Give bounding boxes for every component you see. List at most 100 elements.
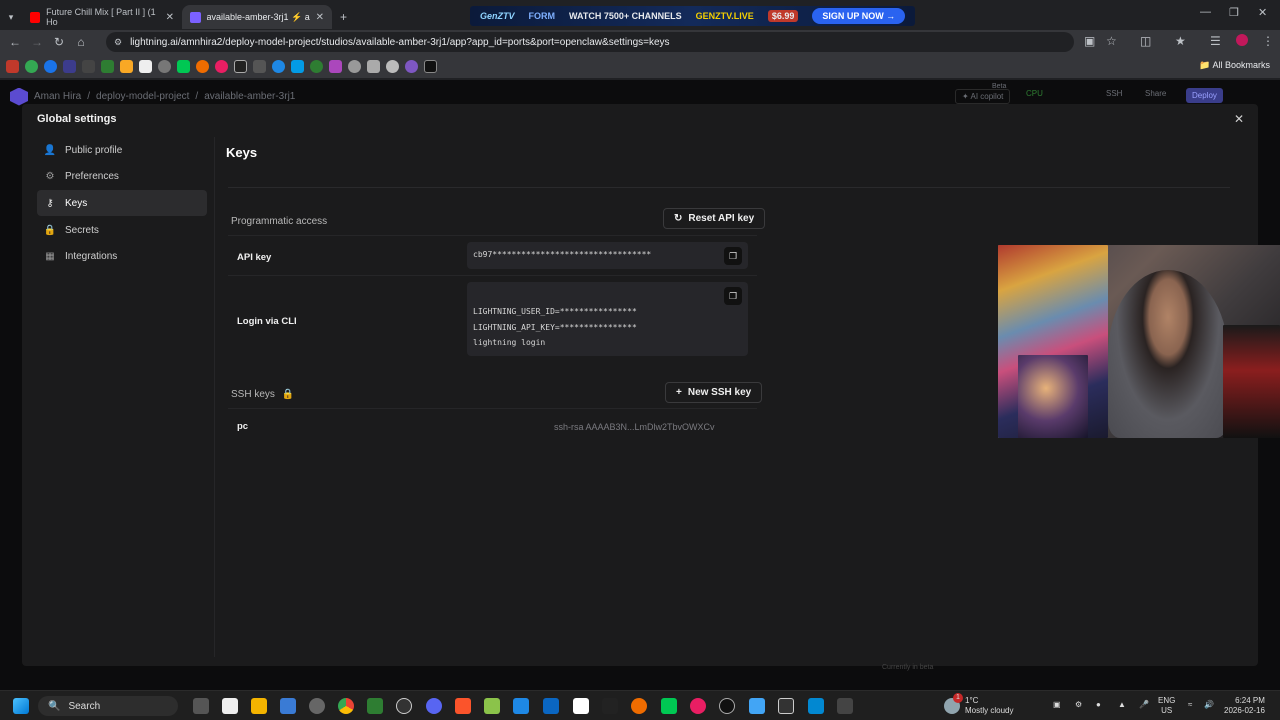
app-icon[interactable]: [719, 698, 735, 714]
bookmark-icon[interactable]: [101, 59, 114, 73]
bookmark-icon[interactable]: [158, 59, 171, 73]
install-app-icon[interactable]: ▣: [1084, 34, 1095, 48]
file-explorer-icon[interactable]: [251, 698, 267, 714]
clock[interactable]: 6:24 PM 2026-02-16: [1224, 696, 1265, 716]
cpu-indicator[interactable]: CPU: [1026, 89, 1043, 98]
app-icon[interactable]: [543, 698, 559, 714]
tab-search-icon[interactable]: ▾: [0, 12, 22, 23]
deploy-button[interactable]: Deploy: [1186, 88, 1223, 103]
reset-api-key-button[interactable]: ↻ Reset API key: [663, 208, 766, 229]
discord-icon[interactable]: [426, 698, 442, 714]
minimize-icon[interactable]: —: [1200, 6, 1211, 18]
bookmark-icon[interactable]: [139, 59, 152, 73]
bookmark-icon[interactable]: [386, 59, 399, 73]
close-icon[interactable]: ✕: [1234, 112, 1244, 126]
app-icon[interactable]: [837, 698, 853, 714]
api-key-field[interactable]: cb97*********************************: [467, 242, 748, 269]
taskbar-search[interactable]: 🔍 Search: [38, 696, 178, 716]
copy-api-key-button[interactable]: ❐: [724, 247, 742, 265]
bookmark-icon[interactable]: [348, 59, 361, 73]
ai-copilot-button[interactable]: ✦ AI copilot: [955, 89, 1011, 104]
home-icon[interactable]: ⌂: [70, 35, 92, 49]
share-button[interactable]: Share: [1145, 89, 1166, 98]
bookmark-icon[interactable]: [44, 59, 57, 73]
window-close-icon[interactable]: ✕: [1258, 6, 1267, 19]
app-icon[interactable]: [631, 698, 647, 714]
app-icon[interactable]: [367, 698, 383, 714]
address-bar[interactable]: ⚙ lightning.ai/amnhira2/deploy-model-pro…: [106, 32, 1074, 52]
bookmark-icon[interactable]: [291, 59, 304, 73]
app-icon[interactable]: [749, 698, 765, 714]
bookmark-apps-icon[interactable]: [6, 59, 19, 73]
wifi-icon[interactable]: ≈: [1188, 700, 1192, 710]
site-info-icon[interactable]: ⚙: [114, 37, 122, 48]
app-icon[interactable]: [396, 698, 412, 714]
ad-signup-button[interactable]: SIGN UP NOW →: [812, 8, 906, 24]
extensions-icon[interactable]: ◫: [1140, 34, 1151, 48]
bookmark-icon[interactable]: [25, 59, 38, 73]
app-icon[interactable]: [661, 698, 677, 714]
tray-app-icon[interactable]: ●: [1096, 700, 1101, 710]
new-tab-icon[interactable]: +: [340, 10, 347, 24]
app-icon[interactable]: [222, 698, 238, 714]
menu-icon[interactable]: ⋮: [1262, 34, 1274, 48]
bookmark-icon[interactable]: [405, 59, 418, 73]
app-icon[interactable]: [513, 698, 529, 714]
ssh-key-row[interactable]: pc ssh-rsa AAAAB3N...LmDlw2TbvOWXCv: [228, 408, 757, 445]
close-icon[interactable]: ✕: [316, 12, 324, 23]
settings-icon[interactable]: [309, 698, 325, 714]
terminal-icon[interactable]: [602, 698, 618, 714]
back-icon[interactable]: ←: [4, 35, 26, 49]
maximize-icon[interactable]: ❐: [1229, 6, 1239, 19]
tab-lightning[interactable]: available-amber-3rj1 ⚡ amnhi ✕: [182, 5, 332, 29]
bookmark-icon[interactable]: [196, 59, 209, 73]
lightning-logo-icon[interactable]: [10, 87, 28, 106]
close-icon[interactable]: ✕: [166, 12, 174, 23]
bookmark-icon[interactable]: [63, 59, 76, 73]
favorites-icon[interactable]: ★: [1175, 34, 1186, 48]
brave-icon[interactable]: [455, 698, 471, 714]
ssh-button[interactable]: SSH: [1106, 89, 1122, 98]
media-icon[interactable]: ☰: [1210, 34, 1221, 48]
copy-cli-button[interactable]: ❐: [724, 287, 742, 305]
bookmark-star-icon[interactable]: ☆: [1106, 34, 1117, 48]
cli-command-box[interactable]: LIGHTNING_USER_ID=**************** LIGHT…: [467, 282, 748, 356]
microphone-icon[interactable]: 🎤: [1139, 700, 1149, 710]
bookmark-icon[interactable]: [234, 59, 247, 73]
app-icon[interactable]: [690, 698, 706, 714]
reload-icon[interactable]: ↻: [48, 35, 70, 49]
bookmark-icon[interactable]: [120, 59, 133, 73]
sidebar-item-public-profile[interactable]: 👤 Public profile: [37, 137, 207, 163]
bookmark-icon[interactable]: [424, 59, 437, 73]
bookmark-icon[interactable]: [329, 59, 342, 73]
breadcrumb-studio[interactable]: available-amber-3rj1: [204, 91, 295, 102]
app-icon[interactable]: [778, 698, 794, 714]
new-ssh-key-button[interactable]: + New SSH key: [665, 382, 763, 403]
task-view-icon[interactable]: [193, 698, 209, 714]
bookmark-icon[interactable]: [215, 59, 228, 73]
app-icon[interactable]: [808, 698, 824, 714]
windows-start-icon[interactable]: [13, 698, 29, 714]
volume-icon[interactable]: 🔊: [1204, 700, 1214, 710]
sidebar-item-integrations[interactable]: ▦ Integrations: [37, 244, 207, 270]
app-icon[interactable]: [573, 698, 589, 714]
bookmark-icon[interactable]: [310, 59, 323, 73]
ad-banner[interactable]: GenZTV FORM WATCH 7500+ CHANNELS GENZTV.…: [470, 6, 916, 26]
app-icon[interactable]: [484, 698, 500, 714]
store-icon[interactable]: [280, 698, 296, 714]
tab-youtube[interactable]: Future Chill Mix [ Part II ] (1 Ho ✕: [22, 5, 182, 29]
bookmark-icon[interactable]: [253, 59, 266, 73]
bookmark-icon[interactable]: [177, 59, 190, 73]
sidebar-item-secrets[interactable]: 🔒 Secrets: [37, 217, 207, 243]
breadcrumb-project[interactable]: deploy-model-project: [96, 91, 189, 102]
sidebar-item-keys[interactable]: ⚷ Keys: [37, 190, 207, 217]
sidebar-item-preferences[interactable]: ⚙ Preferences: [37, 164, 207, 190]
tray-app-icon[interactable]: ⚙: [1075, 700, 1082, 710]
tray-app-icon[interactable]: ▣: [1053, 700, 1061, 710]
forward-icon[interactable]: →: [26, 35, 48, 49]
language-indicator[interactable]: ENG US: [1158, 696, 1175, 716]
bookmark-icon[interactable]: [272, 59, 285, 73]
chrome-icon[interactable]: [338, 698, 354, 714]
bookmark-icon[interactable]: [367, 59, 380, 73]
bookmark-icon[interactable]: [82, 59, 95, 73]
